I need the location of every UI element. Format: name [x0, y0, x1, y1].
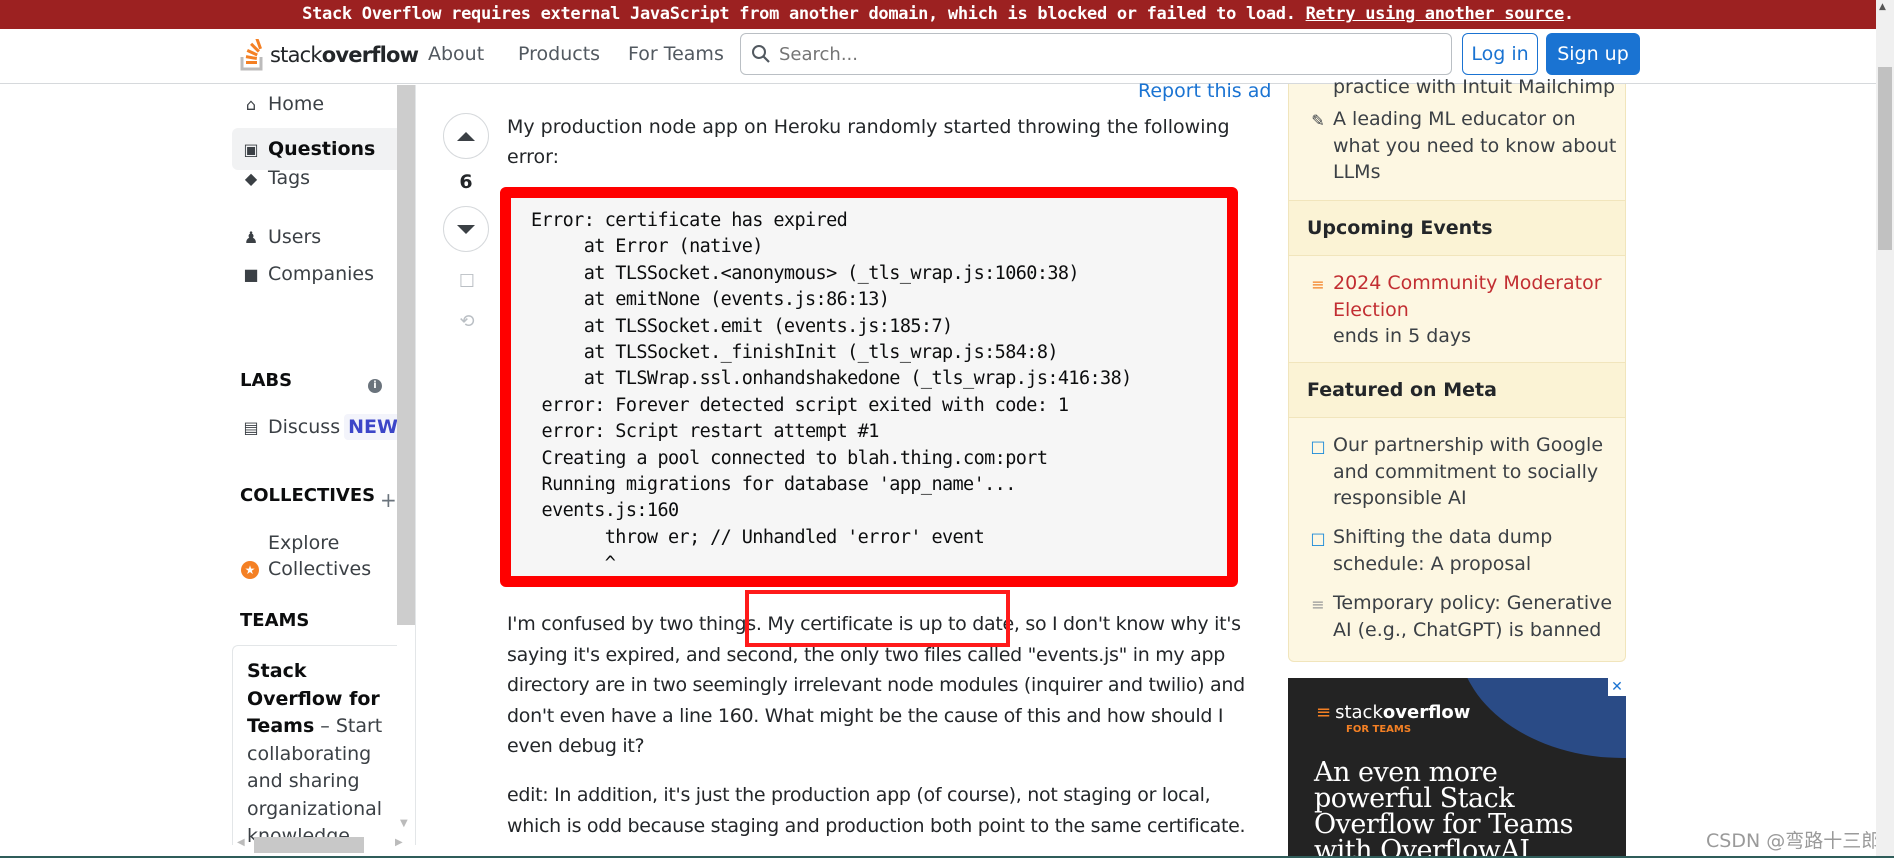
- home-icon: ⌂: [245, 94, 257, 114]
- login-button[interactable]: Log in: [1462, 33, 1538, 75]
- teams-promo-card[interactable]: Stack Overflow for Teams – Start collabo…: [232, 645, 397, 845]
- stackoverflow-logo-icon: [240, 39, 263, 71]
- question-intro: My production node app on Heroku randoml…: [507, 116, 1230, 168]
- stackoverflow-logo-icon: ≡: [1316, 702, 1332, 723]
- upvote-icon: [457, 131, 475, 141]
- code-line: at TLSWrap.ssl.onhandshakedone (_tls_wra…: [531, 368, 1133, 390]
- bookmark-icon[interactable]: ☐: [455, 271, 479, 292]
- pencil-icon: ✎: [1311, 111, 1325, 130]
- history-icon[interactable]: ⟲: [455, 311, 479, 332]
- code-line: at TLSSocket._finishInit (_tls_wrap.js:5…: [531, 342, 1059, 364]
- stackoverflow-icon: ≡: [1311, 595, 1325, 614]
- chat-bubble-icon: □: [1310, 529, 1326, 548]
- code-line: throw er; // Unhandled 'error' event: [531, 526, 985, 548]
- upvote-button[interactable]: [443, 113, 489, 159]
- code-line: Creating a pool connected to blah.thing.…: [531, 447, 1048, 469]
- code-line: events.js:160: [531, 500, 680, 522]
- highlight-box: [745, 590, 1010, 647]
- sidebar-scrollbar[interactable]: [397, 85, 415, 625]
- nav-about[interactable]: About: [428, 43, 484, 65]
- briefcase-icon: ■: [243, 264, 259, 284]
- vote-cell: 6 ☐ ⟲: [443, 113, 493, 332]
- code-line: Running migrations for database 'app_nam…: [531, 474, 1017, 496]
- sidebar-item-questions[interactable]: ▣ Questions: [232, 128, 397, 170]
- code-line: ^: [531, 553, 616, 575]
- js-blocked-banner: Stack Overflow requires external JavaScr…: [0, 0, 1876, 29]
- info-icon[interactable]: i: [368, 379, 382, 393]
- collectives-star-icon: ★: [241, 561, 259, 579]
- explore-collectives-link[interactable]: Explore Collectives: [268, 530, 371, 582]
- sidebar-item-companies[interactable]: ■ Companies: [232, 263, 374, 285]
- add-collective-icon[interactable]: +: [380, 488, 397, 512]
- watermark: CSDN @弯路十三郎: [1706, 830, 1881, 852]
- sidebar-item-discuss[interactable]: ▤ Discuss NEW: [232, 414, 397, 440]
- meta-item[interactable]: ≡ Temporary policy: Generative AI (e.g.,…: [1289, 590, 1627, 643]
- meta-item[interactable]: □ Our partnership with Google and commit…: [1289, 432, 1627, 512]
- code-block-highlight: Error: certificate has expired at Error …: [500, 187, 1238, 587]
- close-ad-icon[interactable]: ✕: [1608, 678, 1626, 696]
- scroll-up-arrow[interactable]: ▲: [1879, 2, 1886, 12]
- nav-products[interactable]: Products: [518, 43, 600, 65]
- blog-item[interactable]: ✎ A leading ML educator on what you need…: [1289, 106, 1627, 186]
- downvote-button[interactable]: [443, 206, 489, 252]
- code-line: at TLSSocket.emit (events.js:185:7): [531, 315, 953, 337]
- ad-headline: An even more powerful Stack Overflow for…: [1314, 757, 1574, 858]
- stackoverflow-icon: ≡: [1311, 275, 1325, 294]
- vote-count: 6: [459, 171, 473, 193]
- code-line: Error: certificate has expired: [531, 210, 848, 231]
- teams-ad[interactable]: ✕ ≡ stack overflow FOR TEAMS An even more…: [1288, 678, 1626, 858]
- search-input[interactable]: [779, 43, 1419, 65]
- collectives-heading: COLLECTIVES: [240, 485, 376, 506]
- sidebar-item-home[interactable]: ⌂ Home: [232, 93, 324, 115]
- teams-heading: TEAMS: [240, 610, 310, 631]
- banner-message: Stack Overflow requires external JavaScr…: [302, 4, 1296, 24]
- retry-link[interactable]: Retry using another source: [1306, 4, 1565, 24]
- questions-icon: ▣: [243, 139, 259, 159]
- search-box[interactable]: [740, 33, 1452, 75]
- horizontal-scrollbar[interactable]: ◀ ▶: [232, 835, 415, 853]
- sidebar-item-users[interactable]: ♟ Users: [232, 226, 321, 248]
- right-sidebar-widget: practice with Intuit Mailchimp ✎ A leadi…: [1288, 76, 1627, 662]
- window-scrollbar[interactable]: ▲: [1876, 0, 1894, 858]
- ad-logo: ≡ stack overflow: [1316, 702, 1471, 723]
- left-sidebar: ⌂ Home ▣ Questions ◆ Tags ♟ Users ■ Comp…: [232, 85, 397, 845]
- signup-button[interactable]: Sign up: [1546, 33, 1640, 75]
- blog-item-partial[interactable]: practice with Intuit Mailchimp: [1289, 74, 1627, 101]
- meta-item[interactable]: □ Shifting the data dump schedule: A pro…: [1289, 524, 1627, 577]
- chat-bubble-icon: □: [1310, 437, 1326, 456]
- scroll-down-arrow[interactable]: ▼: [400, 818, 408, 829]
- featured-meta-heading: Featured on Meta: [1289, 362, 1625, 418]
- error-code-block: Error: certificate has expired at Error …: [531, 208, 1132, 578]
- tag-icon: ◆: [244, 168, 258, 188]
- stackoverflow-logo[interactable]: stackoverflow: [240, 35, 419, 75]
- code-line: error: Script restart attempt #1: [531, 421, 880, 443]
- question-paragraph-3: edit: In addition, it's just the product…: [507, 784, 1246, 837]
- nav-for-teams[interactable]: For Teams: [628, 43, 724, 65]
- downvote-icon: [457, 224, 475, 234]
- users-icon: ♟: [243, 227, 259, 247]
- code-line: error: Forever detected script exited wi…: [531, 394, 1070, 416]
- event-item[interactable]: ≡ 2024 Community Moderator Election ends…: [1289, 270, 1627, 350]
- discuss-icon: ▤: [243, 417, 259, 437]
- new-badge: NEW: [344, 414, 397, 440]
- labs-heading: LABS: [240, 370, 293, 391]
- upcoming-events-heading: Upcoming Events: [1289, 200, 1625, 256]
- sidebar-item-tags[interactable]: ◆ Tags: [232, 167, 310, 189]
- scroll-left-arrow[interactable]: ◀: [237, 837, 245, 848]
- code-line: at TLSSocket.<anonymous> (_tls_wrap.js:1…: [531, 262, 1080, 284]
- scroll-right-arrow[interactable]: ▶: [395, 837, 403, 848]
- code-line: at Error (native): [531, 236, 764, 258]
- report-ad-link[interactable]: Report this ad: [1138, 80, 1271, 102]
- search-icon: [752, 45, 770, 63]
- code-line: at emitNone (events.js:86:13): [531, 289, 890, 311]
